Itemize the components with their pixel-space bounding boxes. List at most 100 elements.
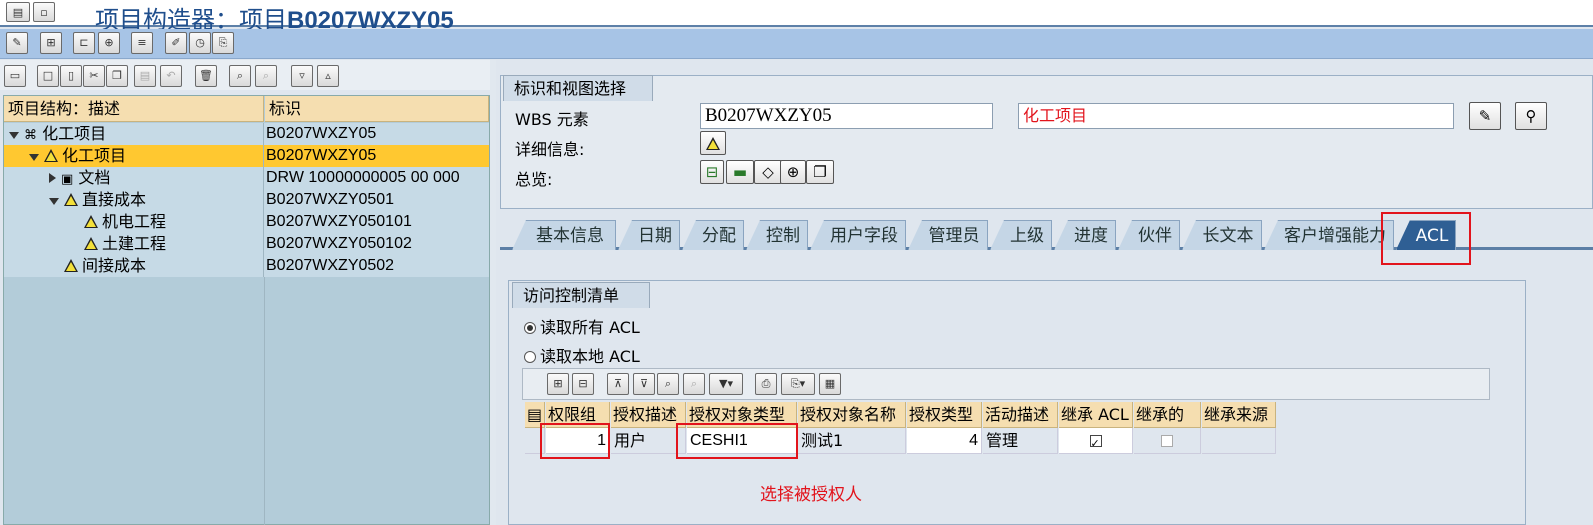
pencil-tool-icon[interactable]: ✎	[6, 32, 28, 54]
cell-obj-name: 测试1	[798, 428, 906, 454]
col-inherited[interactable]: 继承的	[1134, 402, 1201, 428]
add-row-icon[interactable]: ⊞	[547, 373, 569, 395]
wbs-description-input[interactable]: 化工项目	[1018, 103, 1454, 129]
export-icon[interactable]: ⎘	[212, 32, 234, 54]
overview-bar-icon[interactable]: ▬	[726, 160, 754, 184]
application-toolbar: ✎ ⊞ ⊏ ⊕ ≡ ✐ ◷ ⎘	[0, 29, 1593, 59]
collapse-icon[interactable]: ▵	[317, 65, 339, 87]
delete-row-icon[interactable]: ⊟	[572, 373, 594, 395]
overview-copy-icon[interactable]: ❐	[806, 160, 834, 184]
layout-grid-icon[interactable]: ▦	[819, 373, 841, 395]
pane-splitter[interactable]	[490, 60, 496, 525]
find-next-icon[interactable]: ⌕	[255, 65, 277, 87]
tab-admin[interactable]: 管理员	[908, 220, 988, 250]
wbs-triangle-icon	[64, 259, 78, 272]
hierarchy-icon[interactable]: ⊏	[73, 32, 95, 54]
sort-desc-icon[interactable]: ⊽	[633, 373, 655, 395]
export-grid-icon[interactable]: ⎘▾	[781, 373, 815, 395]
highlight-obj-type	[676, 423, 798, 459]
cell-auth-desc: 用户	[611, 428, 686, 454]
tab-basic-info[interactable]: 基本信息	[512, 220, 616, 250]
open-folder-icon[interactable]: ▭	[4, 65, 26, 87]
cell-inherit-source	[1202, 428, 1276, 454]
checkbox-checked-icon[interactable]	[1089, 431, 1102, 453]
network-icon[interactable]: ⊕	[98, 32, 120, 54]
column-divider	[264, 277, 265, 525]
grid-find-next-icon[interactable]: ⌕	[683, 373, 705, 395]
project-icon: ⌘	[24, 128, 37, 143]
col-obj-name[interactable]: 授权对象名称	[798, 402, 906, 428]
paste-icon[interactable]: ▤	[134, 65, 156, 87]
expand-icon[interactable]: ▿	[291, 65, 313, 87]
checkbox-disabled-icon	[1161, 435, 1173, 447]
tree-row[interactable]: 机电工程 B0207WXZY050101	[4, 211, 489, 233]
delete-icon[interactable]: 🗑	[195, 65, 217, 87]
document-icon: ▣	[61, 172, 74, 187]
cell-activity: 管理	[983, 428, 1058, 454]
tree-row[interactable]: 土建工程 B0207WXZY050102	[4, 233, 489, 255]
cell-inherit-acl[interactable]	[1059, 428, 1133, 454]
project-tree: 项目结构：描述 标识 ⌘ 化工项目 B0207WXZY05 化工项目 B0207…	[3, 95, 490, 525]
wbs-element-input[interactable]: B0207WXZY05	[700, 103, 993, 129]
system-menu-icon[interactable]: ▤	[6, 2, 30, 22]
detail-label: 详细信息:	[515, 140, 585, 159]
copy-doc-icon[interactable]: ▯	[60, 65, 82, 87]
list-icon[interactable]: ≡	[131, 32, 153, 54]
wbs-triangle-icon	[84, 237, 98, 250]
edit-doc-icon[interactable]: ✐	[165, 32, 187, 54]
identification-header: 标识和视图选择	[503, 75, 653, 101]
tree-row[interactable]: ⌘ 化工项目 B0207WXZY05	[4, 123, 489, 145]
col-inherit-source[interactable]: 继承来源	[1202, 402, 1276, 428]
tab-customer-enhancement[interactable]: 客户增强能力	[1264, 220, 1394, 250]
undo-icon[interactable]: ↶	[160, 65, 182, 87]
wbs-triangle-icon	[84, 215, 98, 228]
overview-diamond-icon[interactable]: ◇	[754, 160, 782, 184]
copy-icon[interactable]: ❐	[106, 65, 128, 87]
expand-triangle-icon[interactable]	[49, 173, 56, 183]
new-icon[interactable]: □	[37, 65, 59, 87]
highlight-auth-group	[540, 423, 610, 459]
structure-icon[interactable]: ⊞	[40, 32, 62, 54]
find-icon[interactable]: ⌕	[229, 65, 251, 87]
overview-network-icon[interactable]: ⊕	[780, 160, 806, 184]
tree-row-selected[interactable]: 化工项目 B0207WXZY05	[4, 145, 489, 167]
tab-long-text[interactable]: 长文本	[1182, 220, 1262, 250]
sort-asc-icon[interactable]: ⊼	[607, 373, 629, 395]
layout-menu-icon[interactable]: ▫	[33, 2, 55, 22]
tree-row[interactable]: 直接成本 B0207WXZY0501	[4, 189, 489, 211]
grid-find-icon[interactable]: ⌕	[657, 373, 679, 395]
tree-row[interactable]: 间接成本 B0207WXZY0502	[4, 255, 489, 277]
overview-structure-icon[interactable]: ⊟	[700, 160, 724, 184]
col-activity[interactable]: 活动描述	[983, 402, 1058, 428]
filter-icon[interactable]: ▼▾	[709, 373, 743, 395]
wbs-label: WBS 元素	[515, 110, 589, 129]
tree-header-id[interactable]: 标识	[265, 96, 489, 122]
collapse-triangle-icon[interactable]	[9, 132, 19, 139]
overview-label: 总览:	[515, 170, 553, 189]
wbs-triangle-icon	[706, 137, 720, 150]
tree-header-desc[interactable]: 项目结构：描述	[4, 96, 264, 122]
tree-row[interactable]: ▣ 文档 DRW 10000000005 00 000	[4, 167, 489, 189]
radio-unselected-icon[interactable]	[524, 351, 536, 363]
radio-selected-icon[interactable]	[524, 322, 536, 334]
detail-triangle-button[interactable]	[700, 131, 726, 155]
annotation-text: 选择被授权人	[760, 485, 862, 505]
clock-icon[interactable]: ◷	[189, 32, 211, 54]
title-bar: ▤ ▫ 项目构造器：项目B0207WXZY05	[0, 0, 1593, 34]
radio-read-all[interactable]: 读取所有 ACL	[524, 314, 640, 338]
col-auth-desc[interactable]: 授权描述	[611, 402, 686, 428]
cut-icon[interactable]: ✂	[83, 65, 105, 87]
collapse-triangle-icon[interactable]	[49, 198, 59, 205]
radio-read-local[interactable]: 读取本地 ACL	[524, 343, 640, 367]
identification-group	[500, 75, 1593, 209]
print-icon[interactable]: ⎙	[755, 373, 777, 395]
cell-auth-type[interactable]: 4	[907, 428, 982, 454]
col-inherit-acl[interactable]: 继承 ACL	[1059, 402, 1133, 428]
col-auth-type[interactable]: 授权类型	[907, 402, 982, 428]
person-icon[interactable]: ⚲	[1515, 102, 1547, 130]
wbs-triangle-icon	[64, 193, 78, 206]
edit-icon[interactable]: ✎	[1469, 102, 1501, 130]
highlight-acl-tab	[1381, 212, 1471, 265]
tab-user-fields[interactable]: 用户字段	[810, 220, 906, 250]
collapse-triangle-icon[interactable]	[29, 154, 39, 161]
